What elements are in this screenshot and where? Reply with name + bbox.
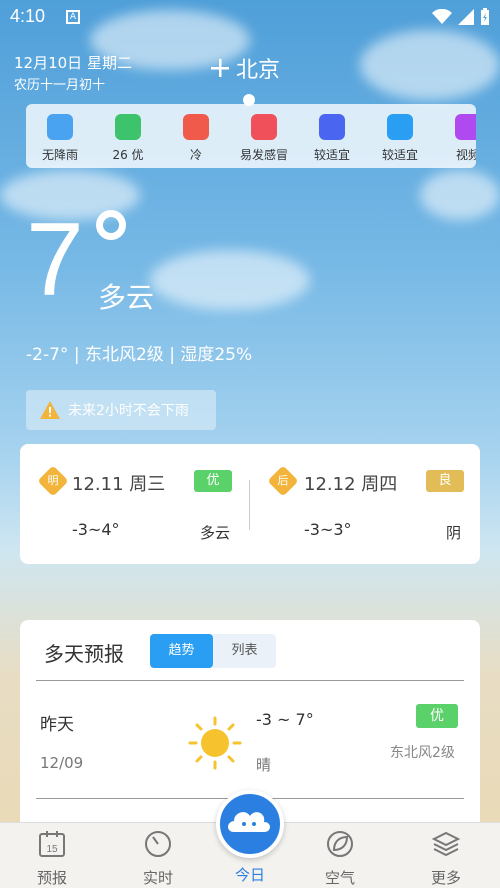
separator: | xyxy=(169,345,181,365)
day-tomorrow[interactable]: 明 12.11 周三 优 -3~4° 多云 xyxy=(20,444,250,564)
runner-icon xyxy=(387,114,413,140)
tomorrow-aqi-badge: 优 xyxy=(194,470,232,492)
nav-forecast[interactable]: 15 预报 xyxy=(22,829,82,888)
current-temperature: 7 xyxy=(26,202,84,318)
life-index-item[interactable]: 较适宜 xyxy=(300,114,364,163)
two-day-card[interactable]: 明 12.11 周三 优 -3~4° 多云 后 12.12 周四 良 -3~3°… xyxy=(20,444,480,564)
after-tomorrow-aqi-badge: 良 xyxy=(426,470,464,492)
temp-range: -2-7° xyxy=(26,345,69,365)
tomorrow-range: -3~4° xyxy=(72,520,120,539)
life-index-label: 冷 xyxy=(189,148,202,162)
gauge-icon xyxy=(145,831,171,857)
rain-alert[interactable]: 未来2小时不会下雨 xyxy=(26,390,216,430)
warning-icon xyxy=(40,401,60,419)
degree-symbol xyxy=(96,210,126,240)
humidity-info: 湿度25% xyxy=(180,345,253,365)
plus-icon xyxy=(211,59,229,77)
wifi-icon xyxy=(432,9,452,24)
status-time: 4:10 xyxy=(10,6,46,26)
life-index-label: 26 优 xyxy=(112,148,144,162)
nav-realtime-label: 实时 xyxy=(142,869,173,887)
life-index-item[interactable]: 易发感冒 xyxy=(232,114,296,163)
tomorrow-condition: 多云 xyxy=(200,524,231,542)
cloud-mascot-icon xyxy=(228,812,270,832)
nav-more[interactable]: 更多 xyxy=(416,829,476,888)
leaf-icon xyxy=(327,831,353,857)
life-index-item[interactable]: 视频 xyxy=(436,114,476,163)
life-index-bar[interactable]: 无降雨 26 优 冷 易发感冒 较适宜 较适宜 视频 xyxy=(26,104,476,168)
row-range: -3 ~ 7° xyxy=(256,710,314,729)
current-meta: -2-7° | 东北风2级 | 湿度25% xyxy=(26,340,252,365)
sun-icon xyxy=(188,716,242,770)
after-tomorrow-tag: 后 xyxy=(267,465,299,497)
separator: | xyxy=(73,345,85,365)
nav-air[interactable]: 空气 xyxy=(310,829,370,888)
view-toggle[interactable]: 趋势 列表 xyxy=(150,634,276,668)
fish-icon xyxy=(319,114,345,140)
raindrop-icon xyxy=(47,114,73,140)
tab-trend[interactable]: 趋势 xyxy=(150,634,213,668)
layers-icon xyxy=(431,831,461,857)
status-bar: 4:10 A xyxy=(0,0,500,34)
row-day: 昨天 xyxy=(40,715,74,735)
life-index-label: 较适宜 xyxy=(381,148,418,162)
life-index-item[interactable]: 26 优 xyxy=(96,114,160,163)
medkit-icon xyxy=(251,114,277,140)
row-condition: 晴 xyxy=(256,756,272,774)
after-tomorrow-date: 12.12 周四 xyxy=(304,474,398,495)
life-index-item[interactable]: 冷 xyxy=(164,114,228,163)
day-after-tomorrow[interactable]: 后 12.12 周四 良 -3~3° 阴 xyxy=(250,444,480,564)
tomorrow-tag: 明 xyxy=(37,465,69,497)
row-aqi-badge: 优 xyxy=(416,704,458,728)
signal-icon xyxy=(458,9,474,25)
leaf-icon xyxy=(115,114,141,140)
calendar-icon: 15 xyxy=(39,831,65,857)
life-index-label: 视频 xyxy=(455,148,476,162)
nav-today-button[interactable] xyxy=(216,790,284,858)
tomorrow-date: 12.11 周三 xyxy=(72,474,166,495)
city-name: 北京 xyxy=(236,58,281,83)
row-wind: 东北风2级 xyxy=(390,745,455,761)
after-tomorrow-condition: 阴 xyxy=(446,524,462,542)
nav-today-label[interactable]: 今日 xyxy=(220,864,280,885)
nav-forecast-label: 预报 xyxy=(36,869,67,887)
divider xyxy=(36,680,464,681)
tab-list[interactable]: 列表 xyxy=(213,634,276,668)
svg-text:15: 15 xyxy=(46,844,58,855)
multi-day-title: 多天预报 xyxy=(44,642,124,666)
lunar-date-label: 农历十一月初十 xyxy=(14,78,106,93)
nav-more-label: 更多 xyxy=(430,869,461,887)
life-index-label: 易发感冒 xyxy=(239,148,288,162)
current-condition: 多云 xyxy=(98,281,155,314)
video-icon xyxy=(455,114,476,140)
shirt-icon xyxy=(183,114,209,140)
notification-icon: A xyxy=(66,10,80,24)
wind-info: 东北风2级 xyxy=(84,345,164,365)
life-index-item[interactable]: 较适宜 xyxy=(368,114,432,163)
life-index-item[interactable]: 无降雨 xyxy=(28,114,92,163)
row-date: 12/09 xyxy=(40,754,84,772)
system-icons xyxy=(432,8,490,26)
rain-alert-text: 未来2小时不会下雨 xyxy=(68,403,189,419)
nav-air-label: 空气 xyxy=(324,869,355,887)
life-index-label: 无降雨 xyxy=(41,148,78,162)
after-tomorrow-range: -3~3° xyxy=(304,520,352,539)
battery-icon xyxy=(481,8,489,25)
city-selector[interactable]: 北京 xyxy=(210,52,280,84)
nav-realtime[interactable]: 实时 xyxy=(128,829,188,888)
life-index-label: 较适宜 xyxy=(313,148,350,162)
date-label: 12月10日 星期二 xyxy=(14,54,132,72)
